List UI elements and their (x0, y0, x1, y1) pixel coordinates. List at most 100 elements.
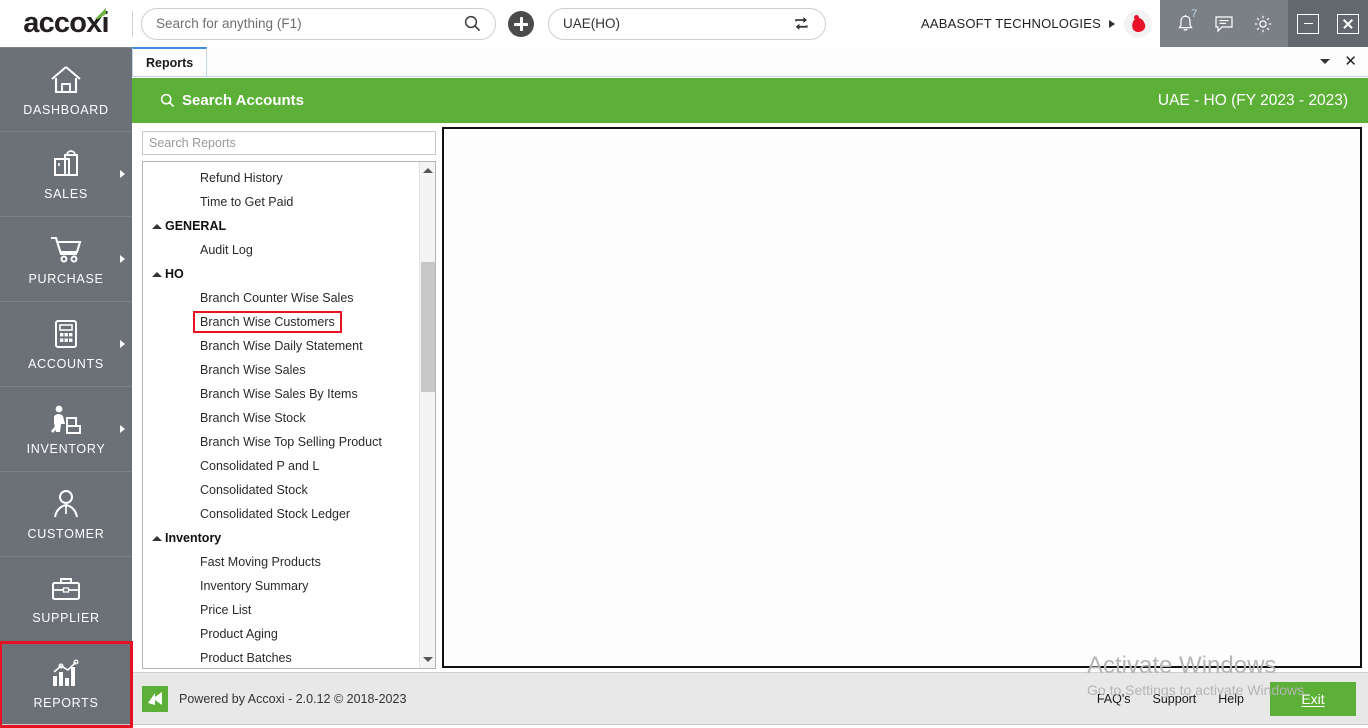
reports-list-item[interactable]: Consolidated Stock (143, 478, 419, 502)
minimize-icon[interactable] (1297, 13, 1319, 34)
bell-icon[interactable]: 7 (1172, 7, 1198, 37)
caret-up-icon[interactable] (420, 162, 435, 179)
page-title: Search Accounts (182, 92, 304, 109)
close-icon[interactable] (1337, 13, 1359, 34)
sidebar: DASHBOARD SALES PURCHASE ACCOUNTS INVENT… (0, 47, 133, 728)
reports-group-header[interactable]: HO (143, 262, 419, 286)
header-tools: 7 (1160, 0, 1288, 47)
reports-search-input[interactable] (149, 136, 429, 150)
sidebar-item-supplier[interactable]: SUPPLIER (0, 557, 132, 642)
reports-list-item[interactable]: Branch Wise Customers (143, 310, 419, 334)
reports-list-item-label: Branch Wise Sales By Items (200, 387, 358, 401)
footer-link-faq[interactable]: FAQ's (1097, 692, 1131, 706)
reports-list-item-label: Product Batches (200, 651, 292, 665)
add-new-button[interactable] (508, 10, 534, 37)
reports-list-item-label: Fast Moving Products (200, 555, 321, 569)
sidebar-item-accounts[interactable]: ACCOUNTS (0, 302, 132, 387)
company-name: AABASOFT TECHNOLOGIES (921, 16, 1101, 31)
gear-icon[interactable] (1250, 11, 1276, 37)
branch-selector[interactable]: UAE(HO) (548, 7, 826, 40)
reports-list-item[interactable]: Branch Wise Top Selling Product (143, 430, 419, 454)
chevron-right-icon[interactable] (120, 170, 125, 178)
person-icon (54, 490, 78, 518)
footer-link-support[interactable]: Support (1153, 692, 1197, 706)
shopping-bag-icon (54, 150, 78, 176)
reports-list-item[interactable]: Branch Wise Daily Statement (143, 334, 419, 358)
reports-list-item-label: Branch Counter Wise Sales (200, 291, 354, 305)
reports-list-item[interactable]: Time to Get Paid (143, 190, 419, 214)
reports-list-item[interactable]: Branch Counter Wise Sales (143, 286, 419, 310)
chevron-right-icon[interactable] (1109, 19, 1115, 28)
exit-button-label: Exit (1301, 690, 1325, 707)
reports-list-item-label: GENERAL (165, 219, 227, 233)
caret-up-icon[interactable] (152, 224, 162, 229)
scrollbar-thumb[interactable] (421, 262, 435, 392)
sidebar-item-purchase[interactable]: PURCHASE (0, 217, 132, 302)
sidebar-label: SUPPLIER (32, 611, 100, 625)
chevron-right-icon[interactable] (120, 425, 125, 433)
tab-label: Reports (146, 55, 194, 70)
reports-list-item[interactable]: Consolidated P and L (143, 454, 419, 478)
sidebar-item-reports[interactable]: REPORTS (0, 641, 133, 728)
reports-list-scrollbar[interactable] (419, 162, 435, 668)
reports-list-items: Refund History Time to Get Paid GENERAL Aud… (143, 162, 419, 668)
reports-list-item-label: Audit Log (200, 243, 253, 257)
caret-up-icon[interactable] (152, 272, 162, 277)
sidebar-item-dashboard[interactable]: DASHBOARD (0, 47, 132, 132)
company-selector[interactable]: AABASOFT TECHNOLOGIES (921, 0, 1160, 47)
sidebar-item-inventory[interactable]: INVENTORY (0, 387, 132, 472)
search-icon[interactable] (464, 15, 481, 32)
reports-list-item[interactable]: Price List (143, 598, 419, 622)
reports-list-item[interactable]: Branch Wise Stock (143, 406, 419, 430)
shopping-cart-icon (51, 236, 82, 263)
reports-list-item-label: Time to Get Paid (200, 195, 294, 209)
bar-chart-icon (53, 659, 79, 686)
reports-list-item[interactable]: Product Batches (143, 646, 419, 668)
reports-list-item[interactable]: Refund History (143, 166, 419, 190)
sidebar-item-sales[interactable]: SALES (0, 132, 132, 217)
caret-up-icon[interactable] (152, 536, 162, 541)
footer: Powered by Accoxi - 2.0.12 © 2018-2023 F… (132, 672, 1368, 724)
reports-list-item[interactable]: Consolidated Stock Ledger (143, 502, 419, 526)
sidebar-label: SALES (44, 187, 88, 201)
window-controls (1288, 0, 1368, 47)
exit-button[interactable]: Exit (1270, 681, 1356, 716)
chevron-right-icon[interactable] (120, 255, 125, 263)
chevron-down-icon[interactable] (1320, 59, 1331, 64)
tab-bar-controls: ✕ (1320, 47, 1368, 76)
reports-list-item[interactable]: Fast Moving Products (143, 550, 419, 574)
tab-reports[interactable]: Reports (132, 47, 208, 76)
chevron-right-icon[interactable] (120, 340, 125, 348)
caret-down-icon[interactable] (420, 651, 435, 668)
reports-list-item-label: Consolidated Stock Ledger (200, 507, 351, 521)
footer-link-help[interactable]: Help (1218, 692, 1244, 706)
reports-group-header[interactable]: Inventory (143, 526, 419, 550)
reports-list-item[interactable]: Product Aging (143, 622, 419, 646)
close-icon[interactable]: ✕ (1344, 54, 1357, 69)
reports-list-item[interactable]: Branch Wise Sales (143, 358, 419, 382)
app-logo-text: accoxi (23, 7, 109, 39)
global-search[interactable] (141, 7, 496, 40)
reports-list-item[interactable]: Branch Wise Sales By Items (143, 382, 419, 406)
app-logo: accoxi (0, 0, 132, 47)
reports-list-item[interactable]: Audit Log (143, 238, 419, 262)
reports-panel: Refund History Time to Get Paid GENERAL Aud… (142, 131, 436, 672)
footer-links: FAQ's Support Help Exit (1097, 681, 1368, 716)
sidebar-label: ACCOUNTS (28, 357, 104, 371)
reports-search[interactable] (142, 131, 436, 155)
sidebar-item-customer[interactable]: CUSTOMER (0, 472, 132, 557)
reports-group-header[interactable]: GENERAL (143, 214, 419, 238)
message-icon[interactable] (1211, 11, 1237, 37)
accoxi-arrow-logo (142, 685, 168, 712)
sidebar-label: REPORTS (33, 696, 99, 710)
avatar[interactable] (1124, 9, 1152, 38)
reports-list-item[interactable]: Inventory Summary (143, 574, 419, 598)
sidebar-label: INVENTORY (26, 442, 106, 456)
home-icon (51, 65, 81, 93)
search-input[interactable] (156, 16, 464, 31)
notification-badge: 7 (1191, 7, 1198, 20)
warehouse-worker-icon (51, 405, 81, 434)
calculator-icon (55, 320, 77, 348)
header-divider (132, 10, 133, 37)
sync-swap-icon[interactable] (792, 15, 811, 33)
